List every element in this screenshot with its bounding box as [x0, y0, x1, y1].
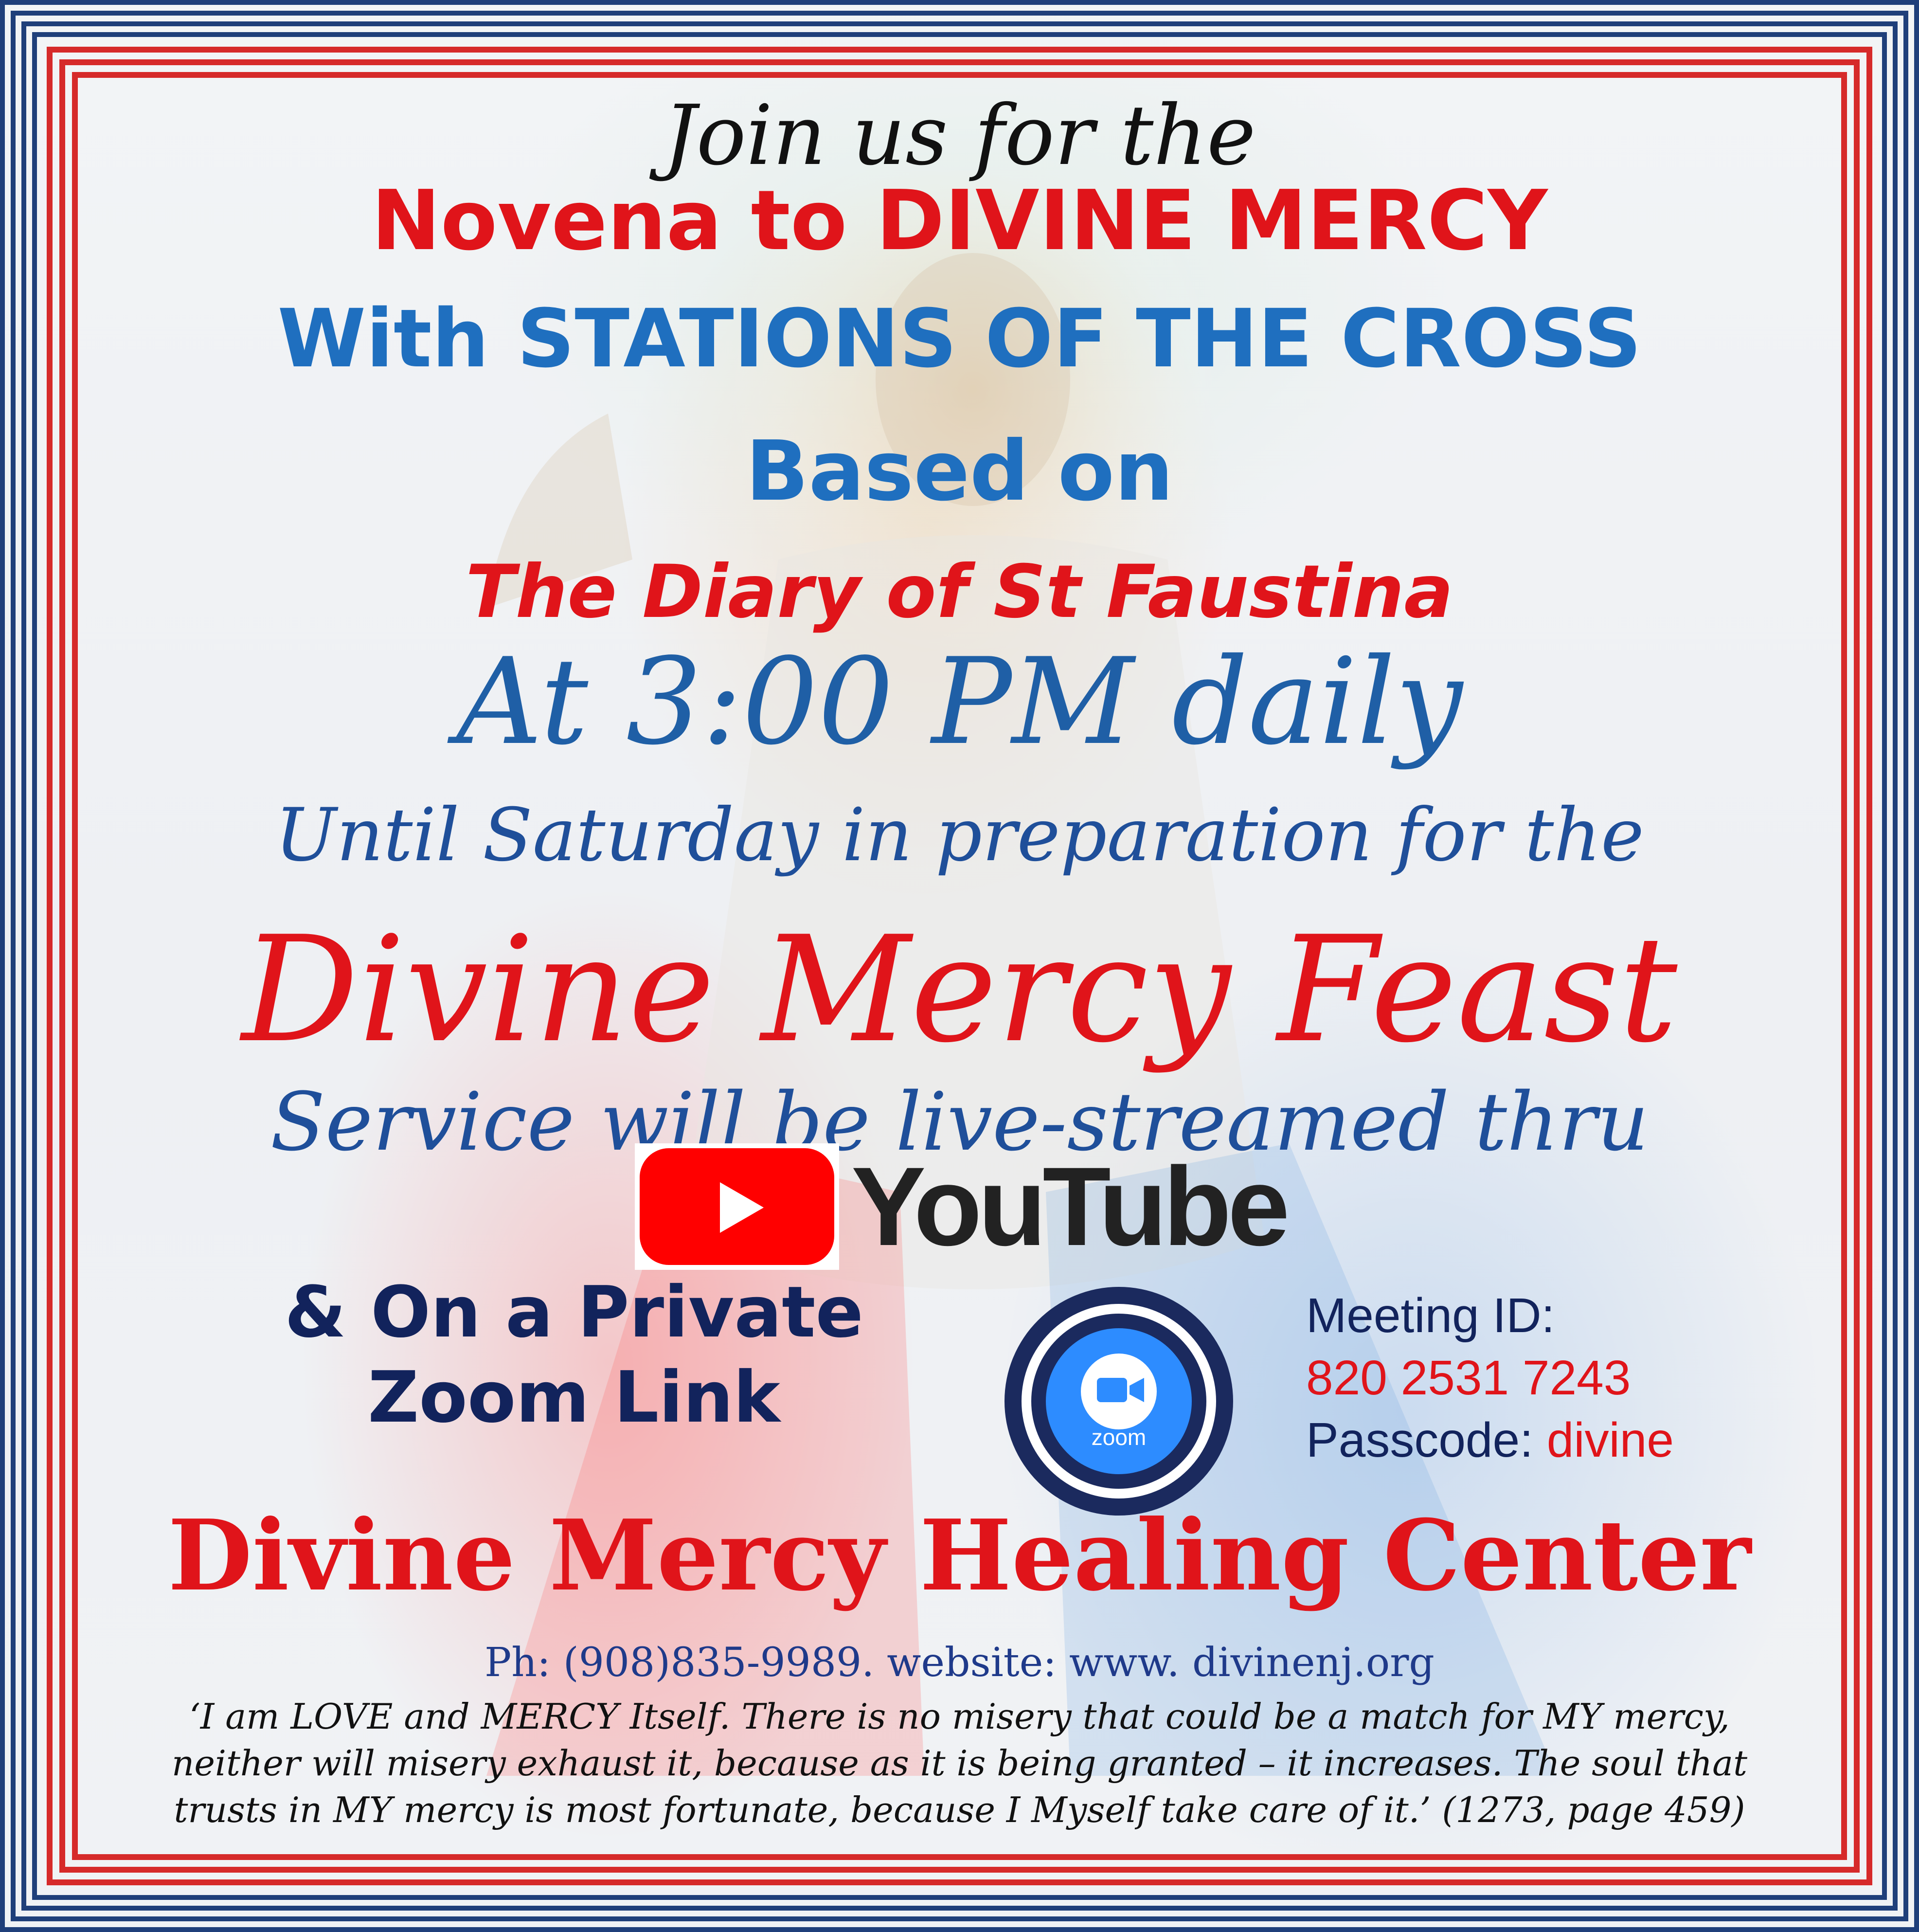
- scripture-quote: ‘I am LOVE and MERCY Itself. There is no…: [88, 1693, 1831, 1833]
- private-zoom-text: & On a Private Zoom Link: [185, 1270, 963, 1440]
- youtube-logo[interactable]: YouTube: [635, 1143, 1290, 1270]
- diary-title: The Diary of St Faustina: [466, 550, 1453, 634]
- center-name: Divine Mercy Healing Center: [168, 1499, 1751, 1613]
- feast-title: Divine Mercy Feast: [241, 905, 1678, 1075]
- time-text: At 3:00 PM daily: [456, 632, 1463, 771]
- join-us-heading: Join us for the: [663, 88, 1256, 184]
- novena-title: Novena to DIVINE MERCY: [371, 173, 1548, 269]
- quote-line-2: neither will misery exhaust it, because …: [171, 1743, 1747, 1784]
- meeting-id-label: Meeting ID:: [1306, 1288, 1555, 1343]
- contact-info[interactable]: Ph: (908)835-9989. website: www. divinen…: [88, 1640, 1831, 1686]
- youtube-play-icon: [640, 1148, 834, 1265]
- quote-line-3: trusts in MY mercy is most fortunate, be…: [174, 1789, 1745, 1830]
- stations-subtitle: With STATIONS OF THE CROSS: [277, 292, 1642, 385]
- passcode-row: Passcode: divine: [1306, 1409, 1793, 1471]
- passcode-value[interactable]: divine: [1547, 1413, 1674, 1467]
- until-text: Until Saturday in preparation for the: [275, 793, 1644, 878]
- zoom-logo[interactable]: zoom: [1002, 1284, 1236, 1518]
- private-zoom-line-1: & On a Private: [285, 1271, 863, 1354]
- zoom-logo-text: zoom: [1092, 1425, 1146, 1450]
- quote-line-1: ‘I am LOVE and MERCY Itself. There is no…: [189, 1696, 1730, 1737]
- passcode-label: Passcode:: [1306, 1413, 1547, 1467]
- poster: Join us for the Novena to DIVINE MERCY W…: [0, 0, 1919, 1932]
- youtube-wordmark: YouTube: [851, 1144, 1290, 1269]
- youtube-logo-background: [635, 1143, 839, 1270]
- play-triangle-icon: [720, 1182, 764, 1233]
- based-on-text: Based on: [745, 423, 1174, 520]
- meeting-details: Meeting ID: 820 2531 7243 Passcode: divi…: [1306, 1284, 1793, 1471]
- poster-content: Join us for the Novena to DIVINE MERCY W…: [88, 88, 1831, 1844]
- private-zoom-line-2: Zoom Link: [368, 1356, 780, 1439]
- meeting-id-value[interactable]: 820 2531 7243: [1306, 1347, 1793, 1409]
